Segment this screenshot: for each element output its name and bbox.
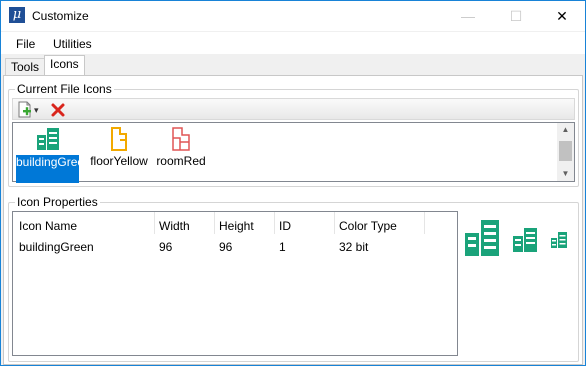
- column-separator[interactable]: [214, 212, 215, 234]
- building-large-preview-icon: [465, 220, 499, 256]
- icons-toolbar: ▾: [12, 98, 575, 120]
- column-separator[interactable]: [424, 212, 425, 234]
- icon-label-buildinggreen: buildingGreen: [16, 155, 91, 183]
- icon-label-roomred: roomRed: [156, 154, 206, 168]
- icon-properties-table[interactable]: Icon Name Width Height ID Color Type bui…: [12, 211, 458, 356]
- maximize-button[interactable]: ☐: [493, 1, 539, 31]
- icon-label-flooryellow: floorYellow: [90, 154, 148, 168]
- column-header-width[interactable]: Width: [159, 219, 190, 233]
- icon-list-scrollbar[interactable]: ▲ ▼: [557, 123, 574, 181]
- tab-tools[interactable]: Tools: [5, 58, 46, 76]
- icon-item-flooryellow[interactable]: floorYellow: [87, 126, 151, 180]
- building-icon: [36, 128, 59, 150]
- app-icon: μ: [9, 7, 25, 23]
- title-bar[interactable]: μ Customize — ☐ ✕: [1, 1, 585, 31]
- table-cell-id: 1: [279, 240, 286, 254]
- column-header-id[interactable]: ID: [279, 219, 291, 233]
- column-header-icon-name[interactable]: Icon Name: [19, 219, 77, 233]
- customize-window: μ Customize — ☐ ✕ File Utilities Tools I…: [0, 0, 586, 366]
- icon-properties-title: Icon Properties: [15, 195, 100, 209]
- column-header-height[interactable]: Height: [219, 219, 254, 233]
- column-separator[interactable]: [334, 212, 335, 234]
- room-icon: [172, 127, 190, 151]
- new-icon[interactable]: [16, 101, 34, 119]
- column-separator[interactable]: [274, 212, 275, 234]
- floor-icon: [111, 127, 127, 151]
- scroll-down-icon[interactable]: ▼: [557, 167, 574, 181]
- current-file-icons-title: Current File Icons: [15, 82, 114, 96]
- menu-utilities[interactable]: Utilities: [53, 37, 92, 51]
- table-cell-width: 96: [159, 240, 173, 254]
- icon-item-roomred[interactable]: roomRed: [153, 126, 209, 180]
- building-medium-preview-icon: [513, 228, 537, 252]
- building-small-preview-icon: [551, 232, 567, 248]
- table-cell-color-type: 32 bit: [339, 240, 369, 254]
- scroll-up-icon[interactable]: ▲: [557, 123, 574, 137]
- menu-bar: File Utilities: [1, 32, 585, 54]
- delete-icon[interactable]: [49, 101, 67, 119]
- window-title: Customize: [32, 9, 89, 23]
- icon-item-buildinggreen[interactable]: buildingGreen: [16, 126, 91, 183]
- table-cell-height: 96: [219, 240, 233, 254]
- icon-list[interactable]: buildingGreen floorYellow roomRed ▲ ▼: [12, 122, 575, 183]
- column-header-color-type[interactable]: Color Type: [339, 219, 397, 233]
- close-button[interactable]: ✕: [539, 1, 585, 31]
- table-cell-icon-name: buildingGreen: [19, 240, 94, 254]
- tab-strip: Tools Icons: [1, 54, 585, 77]
- scroll-thumb[interactable]: [559, 141, 572, 161]
- tab-icons[interactable]: Icons: [44, 55, 85, 77]
- icon-preview-area: [464, 215, 574, 275]
- minimize-button[interactable]: —: [445, 1, 491, 31]
- menu-file[interactable]: File: [16, 37, 35, 51]
- column-separator[interactable]: [154, 212, 155, 234]
- new-dropdown-arrow-icon[interactable]: ▾: [34, 101, 44, 119]
